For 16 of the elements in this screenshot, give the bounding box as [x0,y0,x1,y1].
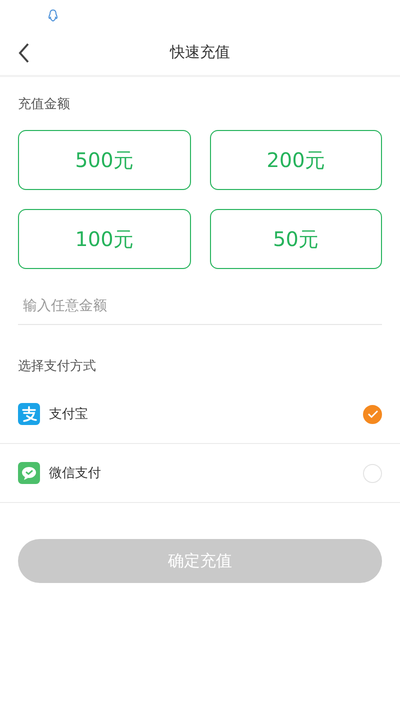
amount-option[interactable]: 100元 [18,209,190,269]
radio-button[interactable] [363,404,382,424]
section-label: 选择支付方式 [18,358,97,375]
check-icon [366,409,378,419]
section-label: 充值金额 [18,96,71,113]
chat-bubble-icon [18,462,40,484]
payment-label: 微信支付 [49,465,102,482]
page-title: 快速充值 [170,43,230,62]
payment-option[interactable]: 微信支付 [0,444,400,503]
amount-option[interactable]: 200元 [210,130,382,190]
penguin-icon [48,8,58,22]
alipay-icon [18,403,40,425]
amount-option[interactable]: 50元 [210,209,382,269]
payment-option[interactable]: 支付宝 [0,385,400,444]
amount-option[interactable]: 500元 [18,130,190,190]
payment-label: 支付宝 [49,406,89,423]
